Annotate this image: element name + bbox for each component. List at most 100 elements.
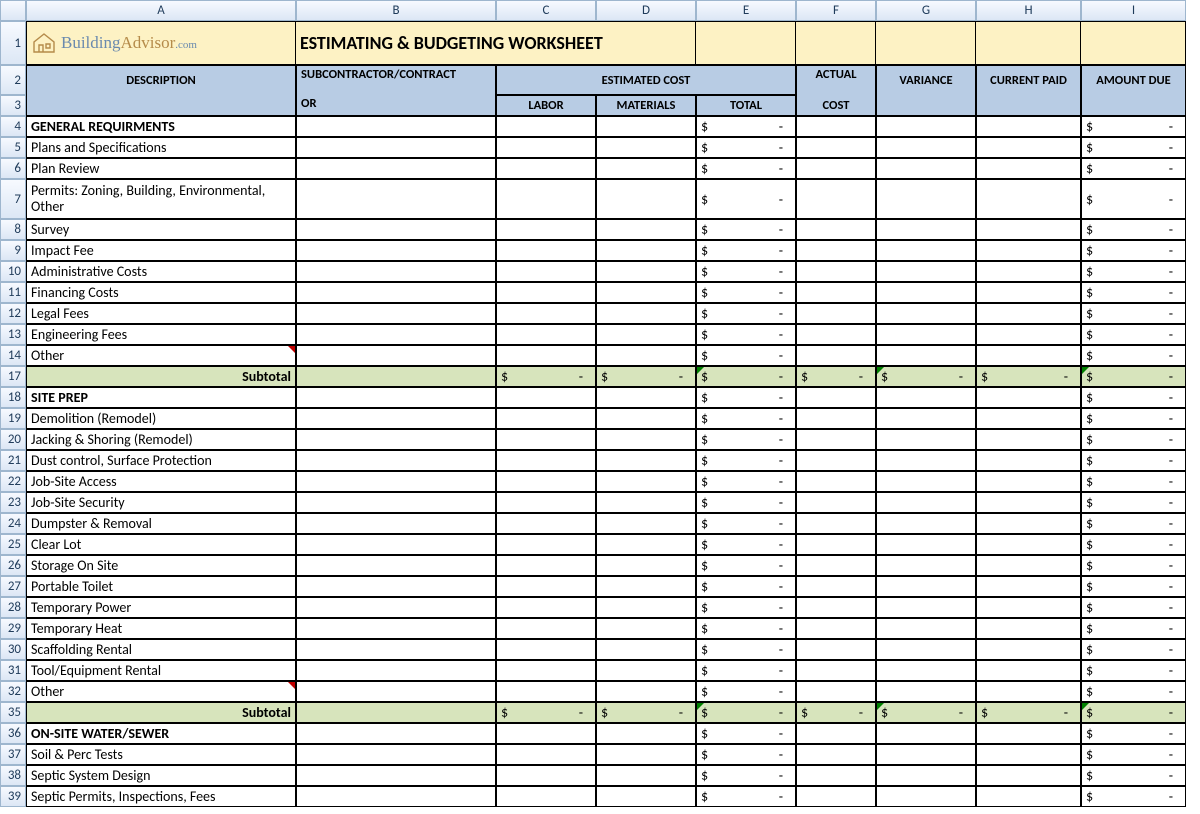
row-header[interactable]: 11: [0, 282, 26, 303]
blank-cell[interactable]: [876, 282, 976, 303]
money-cell[interactable]: $-: [696, 576, 796, 597]
blank-cell[interactable]: [596, 303, 696, 324]
row-header[interactable]: 3: [0, 95, 26, 116]
money-cell[interactable]: $-: [1081, 240, 1186, 261]
blank-cell[interactable]: [496, 639, 596, 660]
blank-cell[interactable]: [296, 137, 496, 158]
blank-cell[interactable]: [496, 179, 596, 219]
blank-cell[interactable]: [596, 534, 696, 555]
blank-cell[interactable]: [976, 576, 1081, 597]
row-header[interactable]: 1: [0, 21, 26, 65]
blank-cell[interactable]: [296, 324, 496, 345]
blank-cell[interactable]: [296, 597, 496, 618]
blank-cell[interactable]: [796, 158, 876, 179]
money-cell[interactable]: $-: [496, 366, 596, 387]
money-cell[interactable]: $-: [696, 744, 796, 765]
blank-cell[interactable]: [596, 744, 696, 765]
money-cell[interactable]: $-: [696, 702, 796, 723]
description-cell[interactable]: Soil & Perc Tests: [26, 744, 296, 765]
blank-cell[interactable]: [976, 513, 1081, 534]
money-cell[interactable]: $-: [696, 282, 796, 303]
blank-cell[interactable]: [496, 219, 596, 240]
row-header[interactable]: 5: [0, 137, 26, 158]
blank-cell[interactable]: [976, 429, 1081, 450]
row-header[interactable]: 19: [0, 408, 26, 429]
row-header[interactable]: 28: [0, 597, 26, 618]
description-cell[interactable]: Storage On Site: [26, 555, 296, 576]
money-cell[interactable]: $-: [1081, 366, 1186, 387]
money-cell[interactable]: $-: [696, 660, 796, 681]
blank-cell[interactable]: [876, 786, 976, 807]
money-cell[interactable]: $-: [1081, 282, 1186, 303]
blank-cell[interactable]: [496, 429, 596, 450]
blank-cell[interactable]: [596, 681, 696, 702]
blank-cell[interactable]: [976, 137, 1081, 158]
blank-cell[interactable]: [876, 723, 976, 744]
column-header[interactable]: G: [876, 0, 976, 21]
blank-cell[interactable]: [796, 576, 876, 597]
description-cell[interactable]: Subtotal: [26, 366, 296, 387]
blank-cell[interactable]: [496, 345, 596, 366]
money-cell[interactable]: $-: [1081, 618, 1186, 639]
money-cell[interactable]: $-: [1081, 387, 1186, 408]
description-cell[interactable]: GENERAL REQUIRMENTS: [26, 116, 296, 137]
money-cell[interactable]: $-: [1081, 765, 1186, 786]
blank-cell[interactable]: [796, 387, 876, 408]
description-cell[interactable]: Other: [26, 681, 296, 702]
blank-cell[interactable]: [496, 786, 596, 807]
blank-cell[interactable]: [296, 660, 496, 681]
money-cell[interactable]: $-: [696, 158, 796, 179]
blank-cell[interactable]: [796, 303, 876, 324]
blank-cell[interactable]: [976, 555, 1081, 576]
blank-cell[interactable]: [876, 137, 976, 158]
row-header[interactable]: 24: [0, 513, 26, 534]
row-header[interactable]: 13: [0, 324, 26, 345]
row-header[interactable]: 27: [0, 576, 26, 597]
description-cell[interactable]: Other: [26, 345, 296, 366]
row-header[interactable]: 25: [0, 534, 26, 555]
blank-cell[interactable]: [976, 492, 1081, 513]
money-cell[interactable]: $-: [696, 345, 796, 366]
blank-cell[interactable]: [596, 786, 696, 807]
blank-cell[interactable]: [796, 765, 876, 786]
blank-cell[interactable]: [496, 261, 596, 282]
money-cell[interactable]: $-: [1081, 492, 1186, 513]
money-cell[interactable]: $-: [696, 219, 796, 240]
money-cell[interactable]: $-: [696, 240, 796, 261]
money-cell[interactable]: $-: [696, 639, 796, 660]
blank-cell[interactable]: [596, 618, 696, 639]
money-cell[interactable]: $-: [696, 408, 796, 429]
description-cell[interactable]: Scaffolding Rental: [26, 639, 296, 660]
description-cell[interactable]: Temporary Heat: [26, 618, 296, 639]
description-cell[interactable]: Legal Fees: [26, 303, 296, 324]
money-cell[interactable]: $-: [1081, 137, 1186, 158]
blank-cell[interactable]: [596, 660, 696, 681]
select-all-corner[interactable]: [0, 0, 26, 21]
row-header[interactable]: 2: [0, 65, 26, 95]
column-header[interactable]: E: [696, 0, 796, 21]
blank-cell[interactable]: [876, 324, 976, 345]
blank-cell[interactable]: [496, 660, 596, 681]
blank-cell[interactable]: [976, 387, 1081, 408]
blank-cell[interactable]: [496, 513, 596, 534]
description-cell[interactable]: Administrative Costs: [26, 261, 296, 282]
blank-cell[interactable]: [296, 576, 496, 597]
money-cell[interactable]: $-: [1081, 534, 1186, 555]
money-cell[interactable]: $-: [696, 303, 796, 324]
money-cell[interactable]: $-: [596, 702, 696, 723]
column-header[interactable]: F: [796, 0, 876, 21]
blank-cell[interactable]: [796, 744, 876, 765]
money-cell[interactable]: $-: [696, 179, 796, 219]
blank-cell[interactable]: [296, 765, 496, 786]
money-cell[interactable]: $-: [696, 723, 796, 744]
row-header[interactable]: 23: [0, 492, 26, 513]
money-cell[interactable]: $-: [696, 555, 796, 576]
description-cell[interactable]: Portable Toilet: [26, 576, 296, 597]
blank-cell[interactable]: [876, 450, 976, 471]
blank-cell[interactable]: [796, 492, 876, 513]
column-header[interactable]: H: [976, 0, 1081, 21]
blank-cell[interactable]: [876, 555, 976, 576]
blank-cell[interactable]: [296, 450, 496, 471]
row-header[interactable]: 4: [0, 116, 26, 137]
blank-cell[interactable]: [976, 303, 1081, 324]
